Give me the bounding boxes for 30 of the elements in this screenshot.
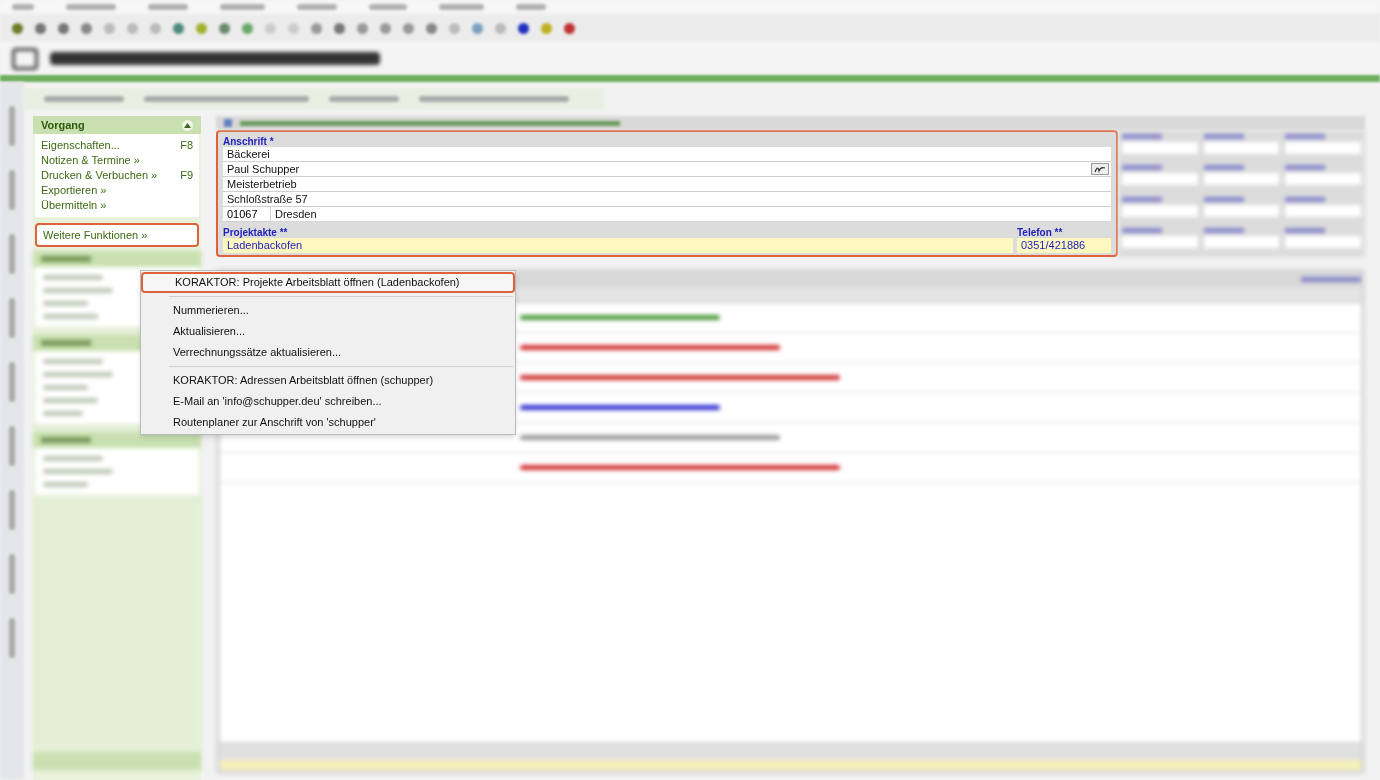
shortcut-label: F9 [180,168,193,184]
menu-item[interactable]: KORAKTOR: Projekte Arbeitsblatt öffnen (Ladenbackofen) [141,272,515,293]
city-field[interactable]: Dresden [271,207,1111,222]
panel-link[interactable]: Weitere Funktionen » [35,223,199,247]
postcode-field[interactable]: 01067 [223,207,271,222]
address-field[interactable]: Schloßstraße 57 [223,192,1111,207]
panel-link[interactable]: Notizen & Termine » [41,152,140,169]
menu-item[interactable]: E-Mail an 'info@schupper.deu' schreiben... [141,391,515,412]
collapse-icon[interactable] [182,119,193,131]
panel-link[interactable]: Exportieren » [41,182,107,199]
signature-icon[interactable] [1091,163,1109,175]
phone-field[interactable]: 0351/421886 [1017,238,1111,253]
menu-item[interactable]: KORAKTOR: Adressen Arbeitsblatt öffnen (schupper) [141,370,515,391]
panel-header[interactable]: Vorgang [33,116,201,134]
address-field[interactable]: Bäckerei [223,147,1111,162]
menu-item[interactable]: Routenplaner zur Anschrift von 'schupper' [141,412,515,433]
field-label: Projektakte ** [223,226,289,238]
menu-item[interactable]: Aktualisieren... [141,321,515,342]
panel-link[interactable]: Übermitteln » [41,197,107,214]
field-label: Telefon ** [1017,226,1064,238]
panel-link[interactable]: Eigenschaften... [41,137,120,154]
shortcut-label: F8 [180,138,193,154]
menu-item[interactable]: Nummerieren... [141,300,515,321]
project-field[interactable]: Ladenbackofen [223,238,1013,253]
field-label: Anschrift * [223,135,275,147]
menu-item[interactable]: Verrechnungssätze aktualisieren... [141,342,515,363]
address-field[interactable]: Meisterbetrieb [223,177,1111,192]
panel-title: Vorgang [41,117,85,133]
panel-link[interactable]: Drucken & Verbuchen » [41,167,158,184]
address-field[interactable]: Paul Schupper [223,162,1111,177]
